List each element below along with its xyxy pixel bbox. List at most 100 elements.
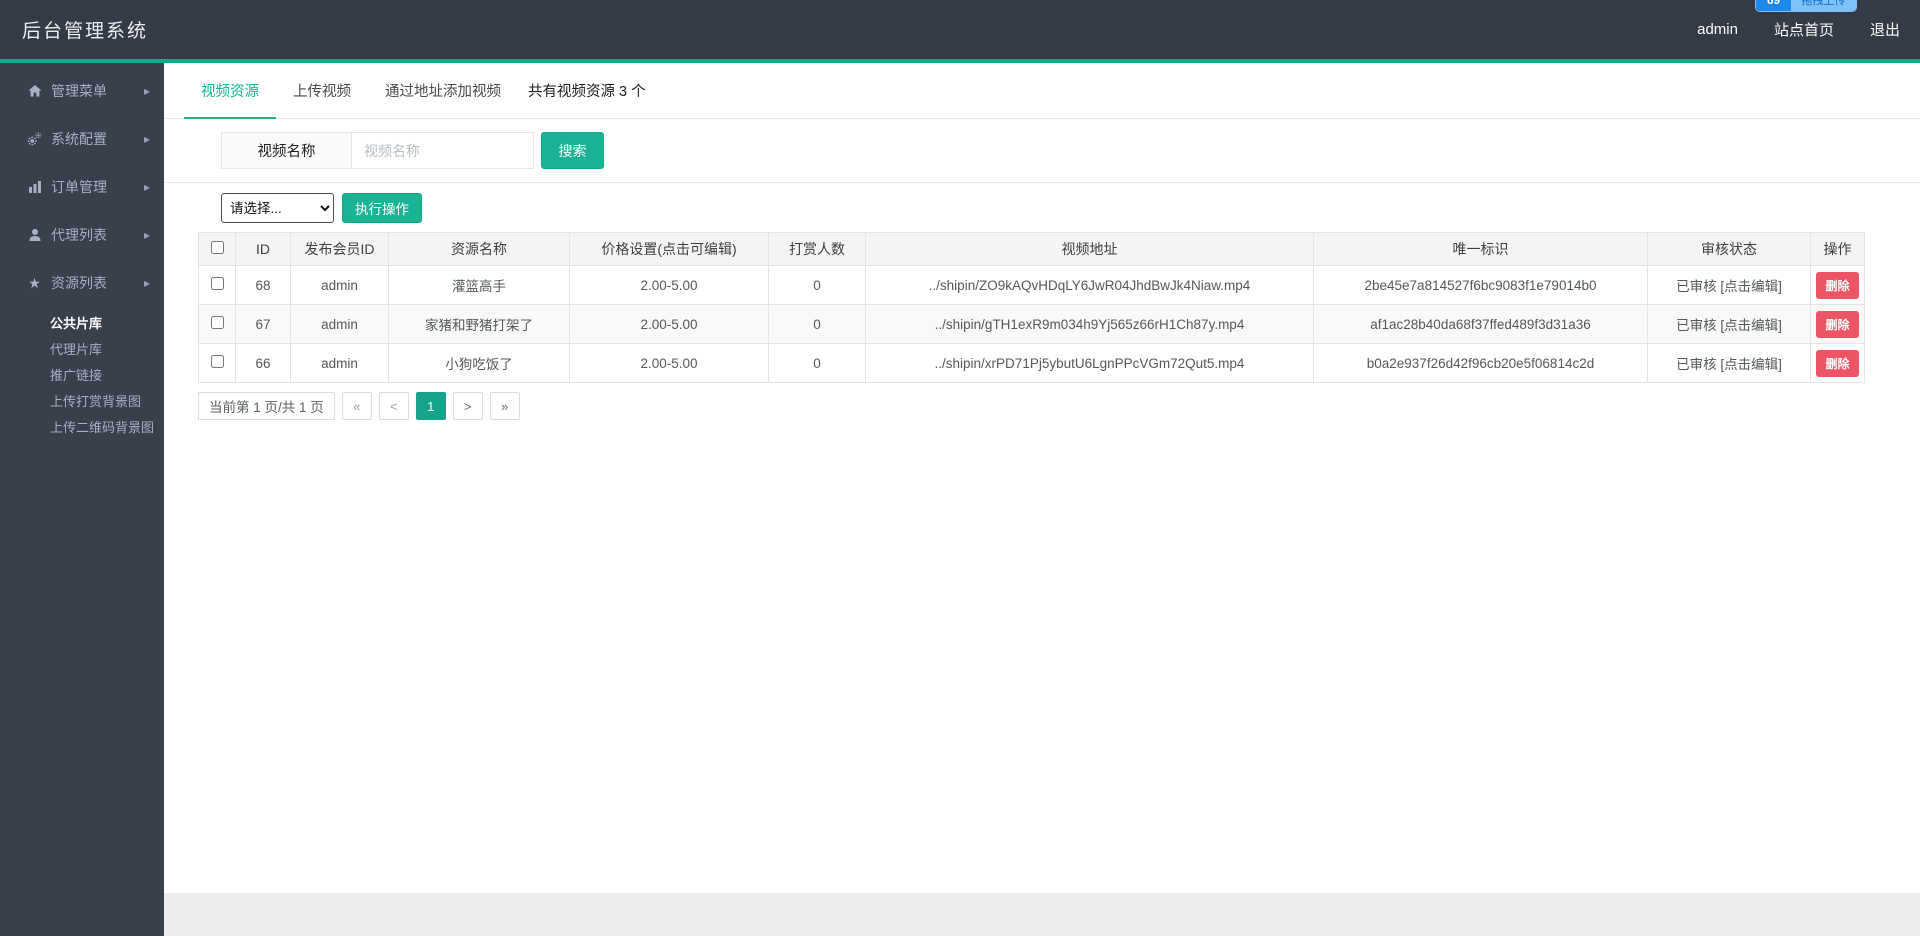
execute-action-button[interactable]: 执行操作	[342, 193, 422, 223]
sidebar-item-agent-list[interactable]: 代理列表 ▸	[0, 211, 164, 259]
app-title: 后台管理系统	[22, 21, 149, 42]
sidebar-item-system-config[interactable]: 系统配置 ▸	[0, 115, 164, 163]
header-select-all-cell	[198, 232, 236, 266]
cell-uid: af1ac28b40da68f37ffed489f3d31a36	[1313, 304, 1648, 344]
sidebar-item-label: 代理列表	[51, 227, 107, 243]
header-resource-name: 资源名称	[388, 232, 570, 266]
cell-price[interactable]: 2.00-5.00	[569, 265, 769, 305]
top-navbar: 后台管理系统 admin 站点首页 退出 69 拖拽上传	[0, 0, 1920, 59]
tab-add-video-by-url[interactable]: 通过地址添加视频	[368, 63, 518, 119]
delete-button[interactable]: 删除	[1816, 271, 1859, 299]
cell-id: 66	[235, 343, 291, 383]
cell-member: admin	[290, 265, 389, 305]
pagination-first-button[interactable]: «	[341, 392, 372, 420]
sidebar-item-resource-list[interactable]: ★ 资源列表 ▸	[0, 259, 164, 307]
search-input[interactable]	[351, 132, 534, 169]
search-button[interactable]: 搜索	[541, 132, 604, 169]
header-video-url: 视频地址	[865, 232, 1314, 266]
caret-right-icon: ▸	[143, 276, 150, 290]
search-panel: 视频名称 搜索	[164, 119, 1920, 183]
search-field-label: 视频名称	[221, 132, 351, 169]
header-review-status: 审核状态	[1647, 232, 1811, 266]
bulk-action-select[interactable]: 请选择...	[221, 193, 334, 223]
pagination: 当前第 1 页/共 1 页 « < 1 > »	[198, 392, 1920, 420]
pagination-next-button[interactable]: >	[452, 392, 483, 420]
sidebar-subitem-agent-library[interactable]: 代理片库	[0, 337, 164, 363]
cell-url: ../shipin/gTH1exR9m034h9Yj565z66rH1Ch87y…	[865, 304, 1314, 344]
header-reward-count: 打赏人数	[768, 232, 866, 266]
footer	[164, 893, 1920, 936]
cell-member: admin	[290, 343, 389, 383]
badge-label: 拖拽上传	[1791, 0, 1856, 11]
navbar-links: admin 站点首页 退出	[1697, 19, 1906, 40]
header-id: ID	[235, 232, 291, 266]
pagination-page-1-button[interactable]: 1	[415, 392, 446, 420]
tab-bar: 视频资源 上传视频 通过地址添加视频 共有视频资源 3 个	[164, 63, 1920, 119]
caret-right-icon: ▸	[143, 180, 150, 194]
tab-video-resources[interactable]: 视频资源	[184, 63, 276, 119]
header-actions: 操作	[1810, 232, 1865, 266]
nav-link-logout[interactable]: 退出	[1870, 19, 1900, 40]
cell-uid: 2be45e7a814527f6bc9083f1e79014b0	[1313, 265, 1648, 305]
sidebar-item-manage-menu[interactable]: 管理菜单 ▸	[0, 67, 164, 115]
pagination-last-button[interactable]: »	[489, 392, 520, 420]
pagination-prev-button[interactable]: <	[378, 392, 409, 420]
sidebar-subitem-upload-qrcode-bg[interactable]: 上传二维码背景图	[0, 415, 164, 441]
header-member-id: 发布会员ID	[290, 232, 389, 266]
select-all-checkbox[interactable]	[210, 241, 224, 254]
bar-chart-icon	[26, 180, 43, 194]
sidebar-item-order-manage[interactable]: 订单管理 ▸	[0, 163, 164, 211]
table-row: 68 admin 灌篮高手 2.00-5.00 0 ../shipin/ZO9k…	[198, 265, 1865, 305]
gears-icon	[26, 132, 43, 147]
cell-price[interactable]: 2.00-5.00	[569, 343, 769, 383]
cell-name: 小狗吃饭了	[388, 343, 570, 383]
sidebar-item-label: 资源列表	[51, 275, 107, 291]
row-checkbox[interactable]	[210, 316, 224, 329]
cell-count: 0	[768, 265, 866, 305]
cell-name: 家猪和野猪打架了	[388, 304, 570, 344]
cell-id: 68	[235, 265, 291, 305]
cell-uid: b0a2e937f26d42f96cb20e5f06814c2d	[1313, 343, 1648, 383]
delete-button[interactable]: 删除	[1816, 310, 1859, 338]
nav-link-admin[interactable]: admin	[1697, 21, 1738, 38]
sidebar-item-label: 订单管理	[51, 179, 107, 195]
drag-upload-extension-badge[interactable]: 69 拖拽上传	[1755, 0, 1857, 12]
sidebar-subitem-promo-link[interactable]: 推广链接	[0, 363, 164, 389]
main-content: 视频资源 上传视频 通过地址添加视频 共有视频资源 3 个 视频名称 搜索 请选…	[164, 63, 1920, 936]
sidebar-item-label: 管理菜单	[51, 83, 107, 99]
cell-id: 67	[235, 304, 291, 344]
cell-status[interactable]: 已审核 [点击编辑]	[1647, 304, 1811, 344]
cell-count: 0	[768, 304, 866, 344]
star-icon: ★	[28, 275, 41, 291]
bulk-action-bar: 请选择... 执行操作	[221, 193, 1920, 223]
cell-price[interactable]: 2.00-5.00	[569, 304, 769, 344]
cell-url: ../shipin/xrPD71Pj5ybutU6LgnPPcVGm72Qut5…	[865, 343, 1314, 383]
caret-right-icon: ▸	[143, 132, 150, 146]
sidebar: 管理菜单 ▸ 系统配置 ▸ 订单管理 ▸ 代理列表 ▸ ★ 资源列表 ▸ 公共片…	[0, 63, 164, 936]
caret-right-icon: ▸	[143, 228, 150, 242]
sidebar-item-label: 系统配置	[51, 131, 107, 147]
badge-count: 69	[1756, 0, 1791, 11]
cell-status[interactable]: 已审核 [点击编辑]	[1647, 343, 1811, 383]
cell-status[interactable]: 已审核 [点击编辑]	[1647, 265, 1811, 305]
home-icon	[26, 84, 43, 98]
video-resource-table: ID 发布会员ID 资源名称 价格设置(点击可编辑) 打赏人数 视频地址 唯一标…	[198, 232, 1865, 383]
resource-submenu: 公共片库 代理片库 推广链接 上传打赏背景图 上传二维码背景图	[0, 307, 164, 441]
table-header-row: ID 发布会员ID 资源名称 价格设置(点击可编辑) 打赏人数 视频地址 唯一标…	[198, 232, 1865, 266]
cell-url: ../shipin/ZO9kAQvHDqLY6JwR04JhdBwJk4Niaw…	[865, 265, 1314, 305]
cell-count: 0	[768, 343, 866, 383]
row-checkbox[interactable]	[210, 277, 224, 290]
sidebar-subitem-public-library[interactable]: 公共片库	[0, 311, 164, 337]
delete-button[interactable]: 删除	[1816, 349, 1859, 377]
cell-member: admin	[290, 304, 389, 344]
pagination-info: 当前第 1 页/共 1 页	[198, 392, 335, 420]
tab-upload-video[interactable]: 上传视频	[276, 63, 368, 119]
row-checkbox[interactable]	[210, 355, 224, 368]
sidebar-subitem-upload-reward-bg[interactable]: 上传打赏背景图	[0, 389, 164, 415]
user-icon	[26, 228, 43, 242]
caret-right-icon: ▸	[143, 84, 150, 98]
table-row: 67 admin 家猪和野猪打架了 2.00-5.00 0 ../shipin/…	[198, 304, 1865, 344]
resource-count-text: 共有视频资源 3 个	[528, 84, 646, 100]
header-uid: 唯一标识	[1313, 232, 1648, 266]
nav-link-site-home[interactable]: 站点首页	[1774, 19, 1834, 40]
